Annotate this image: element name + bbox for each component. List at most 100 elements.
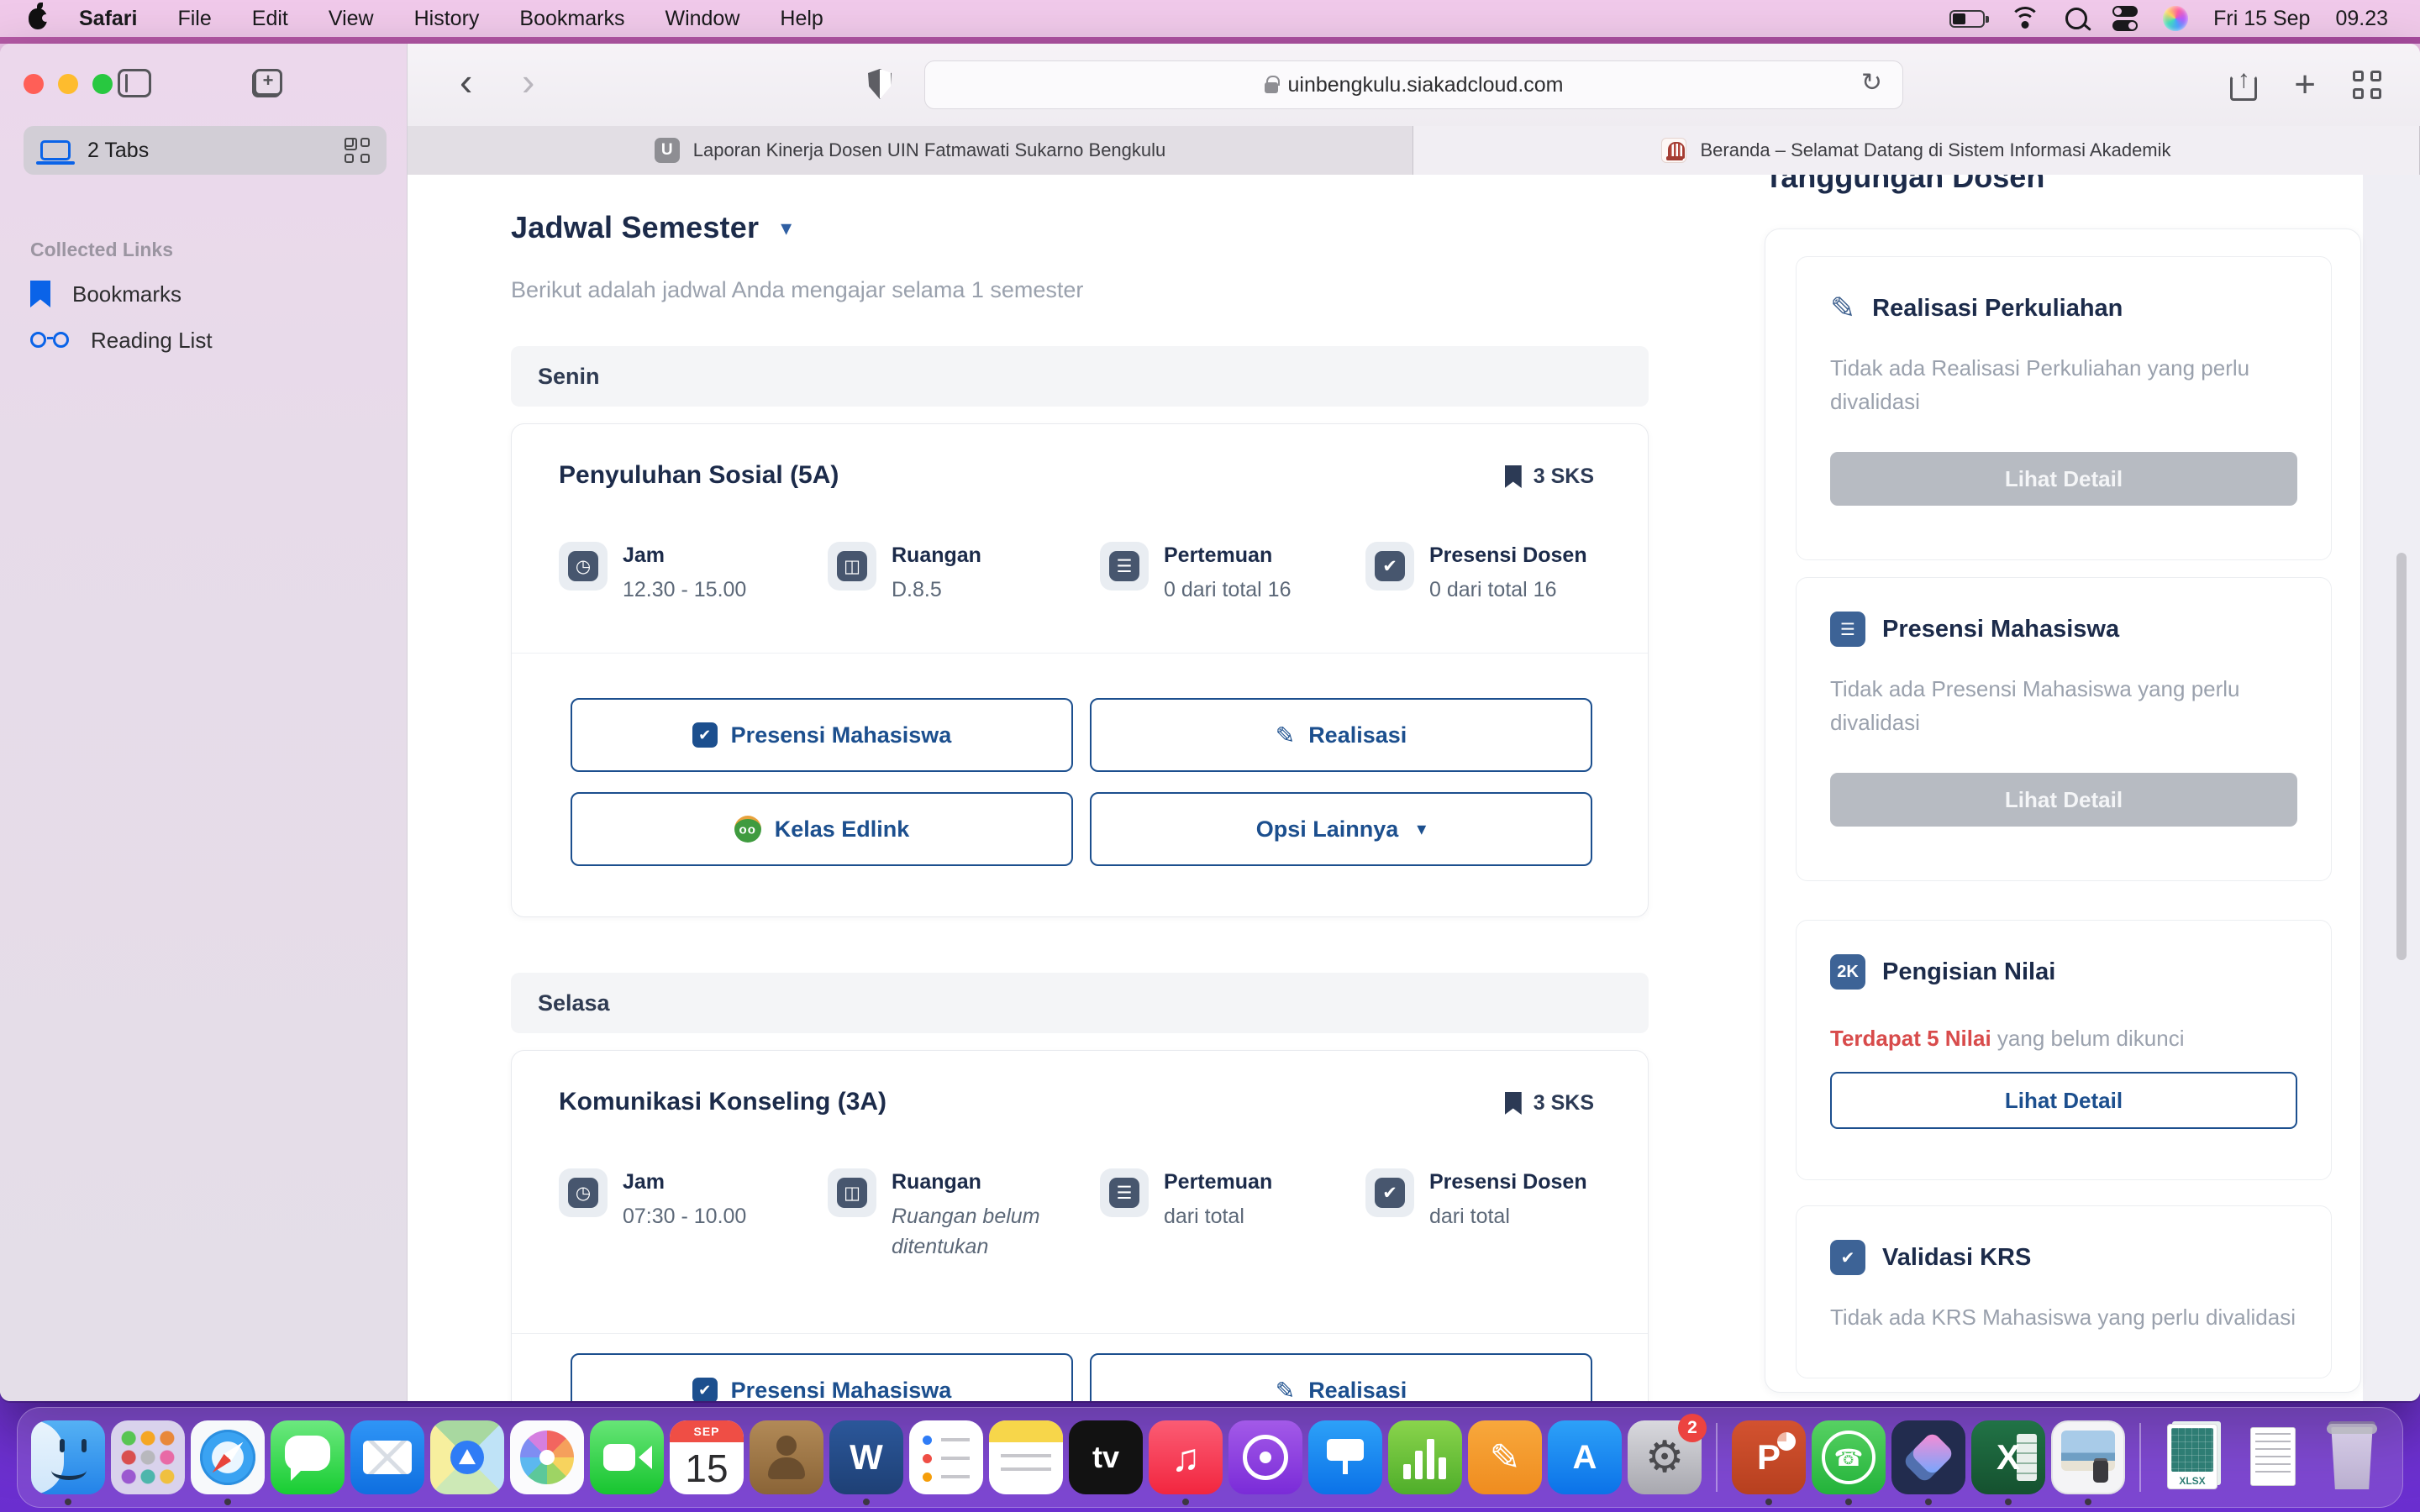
- tab-group-item[interactable]: 2 Tabs: [24, 126, 387, 175]
- dock-apple-tv-icon[interactable]: tv: [1069, 1420, 1143, 1494]
- dock-facetime-icon[interactable]: [590, 1420, 664, 1494]
- presensi-mahasiswa-button[interactable]: ✔ Presensi Mahasiswa: [571, 1353, 1073, 1401]
- bookmark-icon: [1505, 1092, 1522, 1115]
- dock-launchpad-icon[interactable]: [111, 1420, 185, 1494]
- dock-shortcuts-icon[interactable]: [1891, 1420, 1965, 1494]
- dock-system-settings-icon[interactable]: 2: [1628, 1420, 1702, 1494]
- menu-window[interactable]: Window: [644, 0, 760, 37]
- realisasi-button[interactable]: ✎ Realisasi: [1090, 1353, 1592, 1401]
- new-tab-group-icon[interactable]: [252, 69, 282, 97]
- dock-xlsx-document-icon[interactable]: XLSX: [2155, 1420, 2229, 1494]
- dock-reminders-icon[interactable]: [909, 1420, 983, 1494]
- dock-photo-preview-icon[interactable]: [2051, 1420, 2125, 1494]
- detail-presensi-dosen: ✔ Presensi Dosen dari total: [1365, 1168, 1587, 1231]
- dock-keynote-icon[interactable]: [1308, 1420, 1382, 1494]
- browser-toolbar: ‹ › uinbengkulu.siakadcloud.com ↻ +: [408, 44, 2420, 126]
- dock-powerpoint-icon[interactable]: P: [1732, 1420, 1806, 1494]
- close-window-button[interactable]: [24, 74, 44, 94]
- detail-presensi-dosen: ✔ Presensi Dosen 0 dari total 16: [1365, 542, 1587, 605]
- dock-music-icon[interactable]: [1149, 1420, 1223, 1494]
- clipboard-check-icon: ✔: [692, 1378, 718, 1401]
- running-indicator: [224, 1499, 231, 1505]
- control-center-icon[interactable]: [2112, 6, 2138, 31]
- tab-title: Laporan Kinerja Dosen UIN Fatmawati Suka…: [693, 139, 1166, 161]
- tab-laporan-kinerja[interactable]: U Laporan Kinerja Dosen UIN Fatmawati Su…: [408, 126, 1413, 175]
- wifi-icon[interactable]: [2010, 7, 2040, 30]
- share-icon[interactable]: [2230, 69, 2257, 101]
- checkbox-icon: ✔: [1365, 542, 1414, 591]
- page-scrollbar[interactable]: [2396, 553, 2407, 960]
- dock-divider: [1716, 1423, 1718, 1492]
- chevron-down-icon[interactable]: ▾: [781, 215, 792, 241]
- dock-podcasts-icon[interactable]: [1228, 1420, 1302, 1494]
- forward-button[interactable]: ›: [522, 59, 534, 104]
- opsi-lainnya-button[interactable]: Opsi Lainnya ▾: [1090, 792, 1592, 866]
- address-bar[interactable]: uinbengkulu.siakadcloud.com ↻: [924, 60, 1903, 109]
- new-tab-icon[interactable]: +: [2294, 66, 2316, 103]
- spotlight-icon[interactable]: [2065, 8, 2087, 29]
- menu-view[interactable]: View: [308, 0, 394, 37]
- dock-numbers-icon[interactable]: [1388, 1420, 1462, 1494]
- tab-overview-icon[interactable]: [345, 138, 370, 163]
- toggle-sidebar-icon[interactable]: [118, 69, 151, 97]
- sidebar-item-bookmarks[interactable]: Bookmarks: [30, 281, 182, 307]
- menu-safari[interactable]: Safari: [59, 0, 157, 37]
- tab-beranda-siakad[interactable]: Beranda – Selamat Datang di Sistem Infor…: [1413, 126, 2420, 175]
- battery-icon[interactable]: [1949, 10, 1985, 28]
- dock-excel-icon[interactable]: X: [1971, 1420, 2045, 1494]
- kelas-edlink-button[interactable]: Kelas Edlink: [571, 792, 1073, 866]
- dock-safari-icon[interactable]: [191, 1420, 265, 1494]
- safari-window: 2 Tabs Collected Links Bookmarks Reading…: [0, 44, 2420, 1401]
- dock-pages-icon[interactable]: [1468, 1420, 1542, 1494]
- menu-date[interactable]: Fri 15 Sep: [2213, 7, 2310, 31]
- card-description: Tidak ada KRS Mahasiswa yang perlu dival…: [1830, 1300, 2301, 1334]
- privacy-shield-icon[interactable]: [868, 69, 892, 99]
- dock-mail-icon[interactable]: [350, 1420, 424, 1494]
- apple-menu-icon[interactable]: [29, 8, 47, 29]
- minimize-window-button[interactable]: [58, 74, 78, 94]
- sidebar-item-reading-list[interactable]: Reading List: [30, 328, 213, 354]
- dock-contacts-icon[interactable]: [750, 1420, 823, 1494]
- dock-calendar-icon[interactable]: SEP15: [670, 1420, 744, 1494]
- dock-maps-icon[interactable]: [430, 1420, 504, 1494]
- course-sks-badge: 3 SKS: [1505, 1091, 1594, 1116]
- presensi-mahasiswa-button[interactable]: ✔ Presensi Mahasiswa: [571, 698, 1073, 772]
- lihat-detail-button-disabled[interactable]: Lihat Detail: [1830, 452, 2297, 506]
- dock-whatsapp-icon[interactable]: [1812, 1420, 1886, 1494]
- dock-finder-icon[interactable]: [31, 1420, 105, 1494]
- reload-icon[interactable]: ↻: [1861, 68, 1882, 97]
- detail-value: 07:30 - 10.00: [623, 1201, 746, 1231]
- card-description: Terdapat 5 Nilai yang belum dikunci: [1830, 1021, 2301, 1055]
- detail-pertemuan: ☰ Pertemuan 0 dari total 16: [1100, 542, 1292, 605]
- realisasi-button[interactable]: ✎ Realisasi: [1090, 698, 1592, 772]
- tab-overview-grid-icon[interactable]: [2353, 71, 2381, 99]
- pen-icon: ✎: [1830, 291, 1855, 326]
- dock-notes-icon[interactable]: [989, 1420, 1063, 1494]
- grade-chart-icon: 2K: [1830, 954, 1865, 990]
- detail-pertemuan: ☰ Pertemuan dari total: [1100, 1168, 1272, 1231]
- dock-photos-icon[interactable]: [510, 1420, 584, 1494]
- dock-app-store-icon[interactable]: [1548, 1420, 1622, 1494]
- lihat-detail-button-disabled[interactable]: Lihat Detail: [1830, 773, 2297, 827]
- desktop-wallpaper-strip: [0, 37, 2420, 44]
- course-title: Penyuluhan Sosial (5A): [559, 461, 839, 490]
- menu-edit[interactable]: Edit: [232, 0, 308, 37]
- dock-word-icon[interactable]: W: [829, 1420, 903, 1494]
- dock-messages-icon[interactable]: [271, 1420, 345, 1494]
- menu-history[interactable]: History: [394, 0, 500, 37]
- course-card-penyuluhan-sosial: Penyuluhan Sosial (5A) 3 SKS ◷ Jam 12.30…: [511, 423, 1649, 917]
- zoom-window-button[interactable]: [92, 74, 113, 94]
- dock-trash-icon[interactable]: [2315, 1420, 2389, 1494]
- lihat-detail-button[interactable]: Lihat Detail: [1830, 1072, 2297, 1129]
- menu-time[interactable]: 09.23: [2335, 7, 2388, 31]
- screen: Safari File Edit View History Bookmarks …: [0, 0, 2420, 1512]
- url-text: uinbengkulu.siakadcloud.com: [1288, 73, 1564, 97]
- detail-value: Ruangan belum ditentukan: [892, 1201, 1076, 1263]
- siri-icon[interactable]: [2163, 6, 2188, 31]
- back-button[interactable]: ‹: [460, 59, 472, 104]
- dock-table-document-icon[interactable]: [2235, 1420, 2309, 1494]
- menu-file[interactable]: File: [157, 0, 231, 37]
- menu-bookmarks[interactable]: Bookmarks: [499, 0, 644, 37]
- card-description: Tidak ada Presensi Mahasiswa yang perlu …: [1830, 672, 2301, 740]
- menu-help[interactable]: Help: [760, 0, 843, 37]
